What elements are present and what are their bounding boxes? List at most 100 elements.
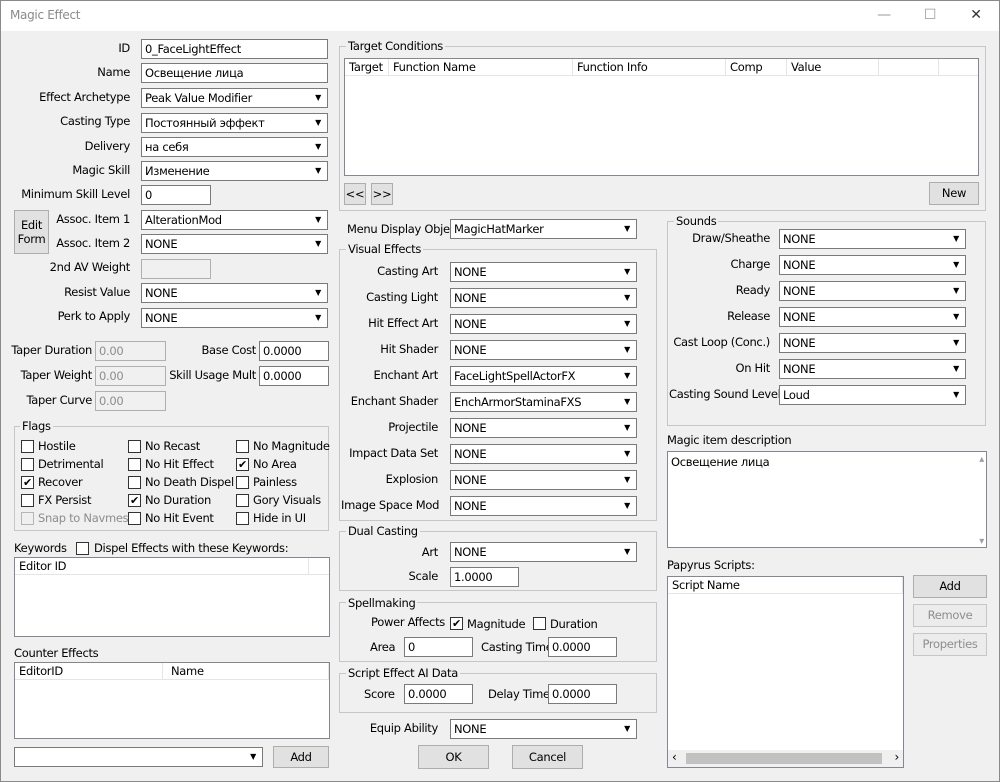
perk-dropdown[interactable]: NONE ▼: [141, 308, 328, 328]
ok-button[interactable]: OK: [418, 745, 489, 769]
flag-snap-to-navmesh-checkbox[interactable]: [21, 512, 34, 525]
menu-display-dropdown[interactable]: MagicHatMarker ▼: [450, 219, 637, 239]
dual-art-dropdown[interactable]: NONE ▼: [450, 542, 637, 562]
visual-projectile-dropdown[interactable]: NONE ▼: [450, 418, 637, 438]
id-field[interactable]: 0_FaceLightEffect: [141, 39, 328, 59]
flag-hide-in-ui-checkbox[interactable]: [236, 512, 249, 525]
assoc1-dropdown[interactable]: AlterationMod ▼: [141, 210, 328, 230]
magnitude-checkbox[interactable]: ✔: [450, 617, 463, 630]
taper-duration-field[interactable]: 0.00: [95, 341, 166, 361]
prev-button[interactable]: <<: [344, 183, 366, 205]
visual-casting-art-value: NONE: [454, 265, 487, 279]
area-field[interactable]: 0: [404, 637, 473, 657]
keywords-list[interactable]: Editor ID: [14, 557, 330, 637]
flag-no-death-dispel-label: No Death Dispel: [145, 475, 234, 489]
delay-time-field[interactable]: 0.0000: [548, 684, 617, 704]
visual-projectile-label: Projectile: [388, 420, 438, 434]
edit-form-button[interactable]: Edit Form: [14, 210, 49, 254]
keywords-header: Editor ID: [15, 558, 329, 575]
visual-explosion-dropdown[interactable]: NONE ▼: [450, 470, 637, 490]
col-function-info[interactable]: Function Info: [573, 59, 726, 76]
assoc2-dropdown[interactable]: NONE ▼: [141, 234, 328, 254]
col-comp[interactable]: Comp: [726, 59, 787, 76]
archetype-dropdown[interactable]: Peak Value Modifier ▼: [141, 88, 328, 108]
flag-painless-checkbox[interactable]: [236, 476, 249, 489]
visual-image-space-mod-dropdown[interactable]: NONE ▼: [450, 496, 637, 516]
sound-charge-dropdown[interactable]: NONE ▼: [779, 255, 966, 275]
taper-weight-field[interactable]: 0.00: [95, 366, 166, 386]
flag-no-magnitude-checkbox[interactable]: [236, 440, 249, 453]
flag-fx-persist-checkbox[interactable]: [21, 494, 34, 507]
flag-no-hit-effect-checkbox[interactable]: [128, 458, 141, 471]
counter-list[interactable]: EditorID Name: [14, 662, 330, 739]
flag-hostile-checkbox[interactable]: [21, 440, 34, 453]
col-value[interactable]: Value: [787, 59, 879, 76]
visual-enchant-shader-dropdown[interactable]: EnchArmorStaminaFXS ▼: [450, 392, 637, 412]
flag-no-area-checkbox[interactable]: ✔: [236, 458, 249, 471]
counter-col-name[interactable]: Name: [167, 663, 329, 680]
casting-time-field[interactable]: 0.0000: [548, 637, 617, 657]
flag-no-hit-event-checkbox[interactable]: [128, 512, 141, 525]
duration-checkbox[interactable]: [533, 617, 546, 630]
taper-curve-field[interactable]: 0.00: [95, 391, 166, 411]
sound-ready-dropdown[interactable]: NONE ▼: [779, 281, 966, 301]
minimize-button[interactable]: —: [861, 1, 907, 31]
counter-dropdown[interactable]: ▼: [14, 747, 263, 767]
av-weight-field[interactable]: [141, 259, 211, 279]
score-field[interactable]: 0.0000: [404, 684, 473, 704]
counter-col-editorid[interactable]: EditorID: [15, 663, 163, 680]
papyrus-add-button[interactable]: Add: [913, 575, 987, 598]
casting-type-dropdown[interactable]: Постоянный эффект ▼: [141, 113, 328, 133]
papyrus-scroll-thumb[interactable]: [686, 753, 882, 764]
casting-sound-level-value: Loud: [783, 388, 810, 402]
papyrus-col-script-name[interactable]: Script Name: [668, 577, 903, 594]
visual-casting-light-dropdown[interactable]: NONE ▼: [450, 288, 637, 308]
close-button[interactable]: ✕: [953, 1, 999, 31]
dual-scale-field[interactable]: 1.0000: [450, 567, 519, 587]
dispel-checkbox[interactable]: [76, 542, 89, 555]
resist-dropdown[interactable]: NONE ▼: [141, 283, 328, 303]
papyrus-list[interactable]: Script Name ‹ ›: [667, 576, 904, 768]
maximize-button[interactable]: ☐: [907, 1, 953, 31]
visual-casting-art-dropdown[interactable]: NONE ▼: [450, 262, 637, 282]
sound-on-hit-dropdown[interactable]: NONE ▼: [779, 359, 966, 379]
skill-mult-field[interactable]: 0.0000: [259, 366, 329, 386]
flag-no-duration-checkbox[interactable]: ✔: [128, 494, 141, 507]
flag-recover-checkbox[interactable]: ✔: [21, 476, 34, 489]
next-button[interactable]: >>: [371, 183, 393, 205]
casting-sound-level-dropdown[interactable]: Loud ▼: [779, 385, 966, 405]
sound-draw-sheathe-dropdown[interactable]: NONE ▼: [779, 229, 966, 249]
col-target[interactable]: Target: [345, 59, 389, 76]
scroll-up-icon[interactable]: ▴: [979, 454, 984, 465]
base-cost-field[interactable]: 0.0000: [259, 341, 329, 361]
scroll-down-icon[interactable]: ▾: [979, 536, 984, 547]
flag-no-recast-checkbox[interactable]: [128, 440, 141, 453]
description-textarea[interactable]: Освещение лица ▴ ▾: [667, 451, 987, 548]
scroll-right-icon[interactable]: ›: [895, 750, 900, 764]
sound-release-dropdown[interactable]: NONE ▼: [779, 307, 966, 327]
visual-hit-shader-dropdown[interactable]: NONE ▼: [450, 340, 637, 360]
min-skill-field[interactable]: 0: [141, 185, 211, 205]
flag-detrimental-checkbox[interactable]: [21, 458, 34, 471]
archetype-label: Effect Archetype: [39, 90, 130, 104]
visual-hit-effect-art-dropdown[interactable]: NONE ▼: [450, 314, 637, 334]
flag-no-death-dispel-checkbox[interactable]: [128, 476, 141, 489]
visual-enchant-art-dropdown[interactable]: FaceLightSpellActorFX ▼: [450, 366, 637, 386]
papyrus-remove-button[interactable]: Remove: [913, 604, 987, 627]
name-field[interactable]: Освещение лица: [141, 63, 328, 83]
keywords-col-editor-id[interactable]: Editor ID: [15, 558, 309, 575]
magic-skill-dropdown[interactable]: Изменение ▼: [141, 161, 328, 181]
papyrus-hscrollbar[interactable]: ‹ ›: [668, 750, 903, 767]
equip-ability-dropdown[interactable]: NONE ▼: [450, 719, 637, 739]
cancel-button[interactable]: Cancel: [512, 745, 583, 769]
new-condition-button[interactable]: New: [929, 182, 979, 205]
papyrus-properties-button[interactable]: Properties: [913, 633, 987, 656]
sound-cast-loop-conc-dropdown[interactable]: NONE ▼: [779, 333, 966, 353]
col-function-name[interactable]: Function Name: [389, 59, 573, 76]
visual-impact-data-set-dropdown[interactable]: NONE ▼: [450, 444, 637, 464]
conditions-list[interactable]: Target Function Name Function Info Comp …: [344, 58, 979, 176]
delivery-dropdown[interactable]: на себя ▼: [141, 137, 328, 157]
flag-gory-visuals-checkbox[interactable]: [236, 494, 249, 507]
scroll-left-icon[interactable]: ‹: [672, 750, 677, 764]
counter-add-button[interactable]: Add: [273, 746, 329, 768]
